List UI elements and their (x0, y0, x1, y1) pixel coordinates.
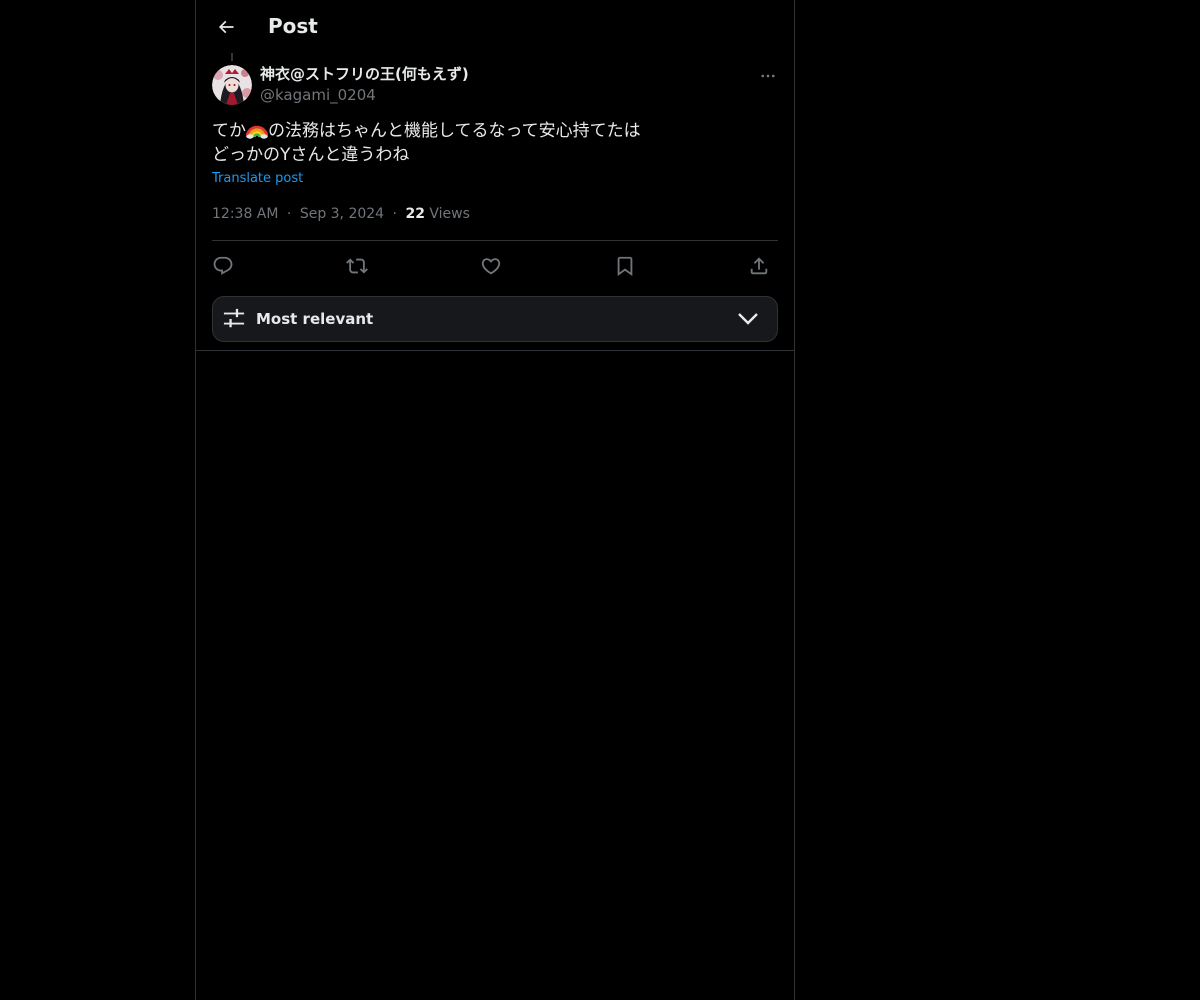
post-text: てか の法務はちゃんと機能してるなって安心持てたは どっかのYさんと違うわね (212, 119, 772, 167)
section-divider (196, 350, 794, 351)
replies-sort-dropdown[interactable]: Most relevant (212, 296, 778, 342)
author-handle[interactable]: @kagami_0204 (260, 85, 376, 105)
more-options-button[interactable] (756, 64, 780, 88)
like-icon (481, 258, 501, 275)
post-text-line-1: てか の法務はちゃんと機能してるなって安心持てたは (212, 119, 772, 143)
bookmark-icon (617, 256, 633, 277)
author-name[interactable]: 神衣@ストフリの王(何もえず) (260, 64, 469, 84)
bookmark-button[interactable] (610, 251, 640, 281)
more-horizontal-icon (761, 74, 775, 78)
thread-connector (231, 53, 233, 61)
sliders-icon (223, 308, 245, 328)
divider (212, 240, 778, 241)
views-label: Views (429, 206, 470, 222)
chevron-down-icon (738, 313, 758, 325)
arrow-left-icon (218, 20, 234, 34)
post-meta: 12:38 AM · Sep 3, 2024 · 22 Views (212, 204, 470, 224)
reply-icon (213, 256, 233, 275)
post-text-prefix: てか (212, 121, 246, 141)
like-button[interactable] (476, 251, 506, 281)
post-actions (212, 249, 778, 281)
meta-separator: · (286, 206, 292, 222)
main-column: Post 神衣@ストフリの王(何もえず) @kagami_0204 てか の法務… (195, 0, 795, 1000)
page-header: Post (196, 0, 794, 53)
reply-button[interactable] (208, 251, 238, 281)
retweet-button[interactable] (342, 251, 372, 281)
avatar-image (212, 65, 252, 105)
retweet-icon (346, 258, 368, 274)
avatar[interactable] (212, 65, 252, 105)
post-date[interactable]: Sep 3, 2024 (300, 206, 384, 222)
share-button[interactable] (744, 251, 774, 281)
page-title: Post (268, 14, 318, 38)
post-time[interactable]: 12:38 AM (212, 206, 278, 222)
post-text-suffix: の法務はちゃんと機能してるなって安心持てたは (268, 121, 641, 141)
post-text-line-2: どっかのYさんと違うわね (212, 145, 410, 165)
sort-label: Most relevant (256, 310, 374, 328)
meta-separator: · (392, 206, 397, 222)
back-button[interactable] (212, 13, 240, 41)
translate-post-link[interactable]: Translate post (212, 170, 303, 188)
share-icon (750, 257, 768, 275)
rainbow-emoji-icon (246, 125, 268, 139)
views-count: 22 (405, 206, 425, 222)
